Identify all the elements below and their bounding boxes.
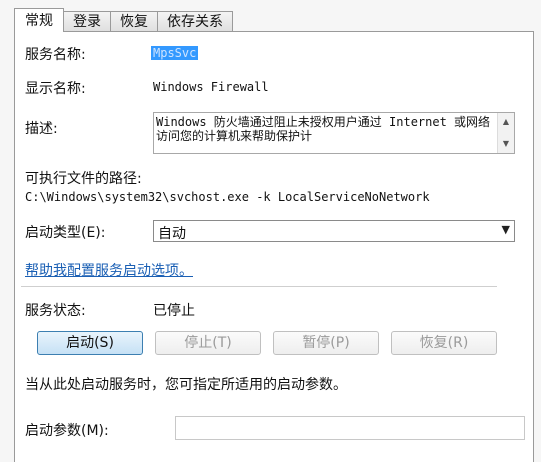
start-button[interactable]: 启动(S) [37, 331, 143, 355]
tab-dependencies[interactable]: 依存关系 [157, 11, 233, 32]
description-scrollbar[interactable]: ▲ ▼ [497, 113, 514, 153]
chevron-down-icon[interactable]: ▼ [502, 223, 510, 236]
service-name-selected-text[interactable]: MpsSvc [151, 46, 199, 60]
startup-type-dropdown[interactable]: 自动 ▼ [153, 220, 515, 242]
exe-path-value: C:\Windows\system32\svchost.exe -k Local… [25, 190, 430, 204]
description-text: Windows 防火墙通过阻止未授权用户通过 Internet 或网络访问您的计… [156, 115, 491, 143]
service-name-value[interactable]: MpsSvc [151, 46, 199, 60]
start-params-label: 启动参数(M): [25, 423, 109, 439]
startup-type-label: 启动类型(E): [25, 225, 106, 241]
scroll-down-arrow-icon[interactable]: ▼ [498, 139, 514, 148]
section-divider [21, 286, 497, 287]
exe-path-label: 可执行文件的路径: [25, 171, 142, 187]
help-configure-startup-link[interactable]: 帮助我配置服务启动选项。 [25, 260, 193, 280]
tab-strip: 常规 登录 恢复 依存关系 [14, 8, 233, 32]
stop-button[interactable]: 停止(T) [155, 331, 261, 355]
service-status-label: 服务状态: [25, 303, 86, 319]
general-tab-panel: 服务名称: MpsSvc 显示名称: Windows Firewall 描述: … [14, 31, 534, 462]
display-name-value[interactable]: Windows Firewall [153, 80, 269, 94]
startup-type-value: 自动 [158, 226, 186, 242]
display-name-label: 显示名称: [25, 81, 86, 97]
pause-button[interactable]: 暂停(P) [273, 331, 379, 355]
service-name-label: 服务名称: [25, 47, 86, 63]
description-label: 描述: [25, 121, 58, 137]
start-params-hint: 当从此处启动服务时，您可指定所适用的启动参数。 [25, 377, 347, 393]
resume-button[interactable]: 恢复(R) [391, 331, 497, 355]
tab-general[interactable]: 常规 [14, 8, 64, 32]
tab-recovery[interactable]: 恢复 [110, 11, 158, 32]
start-params-input[interactable] [175, 416, 525, 440]
tab-logon[interactable]: 登录 [63, 11, 111, 32]
scroll-up-arrow-icon[interactable]: ▲ [498, 117, 514, 126]
service-status-value: 已停止 [153, 303, 195, 319]
service-properties-dialog: 常规 登录 恢复 依存关系 服务名称: MpsSvc 显示名称: Windows… [0, 0, 541, 462]
description-textbox[interactable]: Windows 防火墙通过阻止未授权用户通过 Internet 或网络访问您的计… [153, 112, 515, 154]
